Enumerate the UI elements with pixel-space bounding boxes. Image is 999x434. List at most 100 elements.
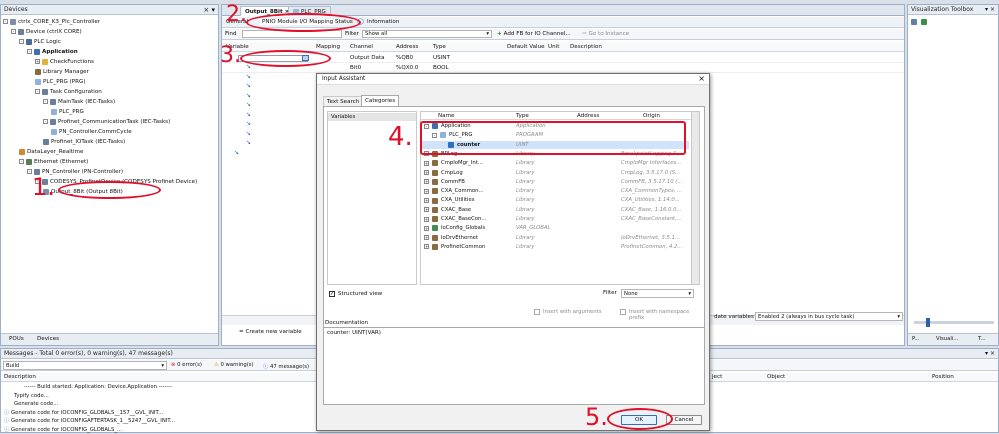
collapse-icon[interactable]: - (35, 89, 40, 94)
toolbox-pin-icon[interactable]: ▾ × (985, 6, 995, 13)
variable-icon: ↘ (246, 139, 252, 146)
collapse-icon[interactable]: - (43, 99, 48, 104)
filter-value: Show all (365, 31, 388, 37)
tree-item[interactable]: - Ethernet (Ethernet) (19, 158, 88, 166)
collapse-icon[interactable]: - (11, 29, 16, 34)
zoom-slider[interactable] (914, 318, 994, 327)
messages-close-icon[interactable]: ▾ × (985, 350, 995, 357)
category-variables[interactable]: Variables (328, 113, 416, 121)
insert-with-arguments-checkbox[interactable] (534, 309, 540, 315)
build-filter-select[interactable]: Build ▾ (3, 361, 167, 370)
tree-item[interactable]: - Application (27, 48, 78, 56)
assistant-item[interactable]: + CXAC_BaseCon... Library CXAC_BaseConstant… (421, 215, 689, 223)
update-variables-select[interactable]: Enabled 2 (always in bus cycle task) ▾ (755, 312, 903, 321)
tree-item[interactable]: PN_Controller.CommCycle (51, 128, 132, 136)
tree-item[interactable]: - ctrlx_CORE_K3_Plc_Controller (3, 18, 100, 26)
item-type: Library (516, 178, 535, 185)
expand-icon[interactable]: + (424, 235, 429, 241)
expand-icon[interactable]: + (424, 207, 429, 213)
expand-icon[interactable]: + (424, 225, 429, 231)
tab-information[interactable]: Information (367, 19, 399, 25)
message-row[interactable]: ------ Build started: Application: Devic… (4, 383, 172, 391)
item-type: Library (516, 234, 535, 241)
message-row[interactable]: Typify code... (4, 392, 49, 400)
message-row[interactable]: ⓘ Generate code for IOCONFIG_GLOBALS__15… (4, 409, 163, 417)
assistant-item[interactable]: + CXA_Common... Library CXA_CommonTypes, ..… (421, 187, 689, 195)
assistant-item[interactable]: + CommFB Library CommFB, 3.5.17.10 (... (421, 178, 689, 186)
tree-item[interactable]: Profinet_IOTask (IEC-Tasks) (43, 138, 125, 146)
message-row[interactable]: ⓘ Generate code for IOCONFIGAFTERTASK_1_… (4, 417, 175, 425)
expand-icon[interactable]: + (424, 216, 429, 222)
add-fb-label: Add FB for IO Channel... (503, 31, 571, 37)
collapse-icon[interactable]: - (19, 39, 24, 44)
expand-icon[interactable]: + (35, 59, 40, 64)
assistant-item[interactable]: + IoDrvEthernet Library IoDrvEthernet, 3.5.… (421, 234, 689, 242)
col-address: Address (577, 113, 600, 119)
tree-item[interactable]: DataLayer_Realtime (19, 148, 83, 156)
tree-item[interactable]: Library Manager (35, 68, 89, 76)
tree-item[interactable]: - Profinet_CommunicationTask (IEC-Tasks) (43, 118, 170, 126)
devices-bottom-tabs: POUs Devices (1, 333, 218, 345)
assistant-item[interactable]: + CmpIoMgr_Int... Library CmpIoMgr Interfac… (421, 159, 689, 167)
project-icon (10, 18, 16, 25)
assistant-item[interactable]: + ProfinetCommon Library ProfinetCommon, 4.… (421, 243, 689, 251)
tab-toolbox[interactable]: T... (978, 336, 986, 342)
tree-item[interactable]: - PLC Logic (19, 38, 61, 46)
expand-icon[interactable]: + (424, 160, 429, 166)
variable-icon: ↘ (246, 110, 252, 118)
assistant-item[interactable]: + CXAC_Base Library CXAC_Base, 1.16.0.0... (421, 206, 689, 214)
messages-filter-button[interactable]: ⓘ 47 message(s) (263, 362, 309, 370)
tree-item[interactable]: - MainTask (IEC-Tasks) (43, 98, 115, 106)
go-to-instance-button[interactable]: ⇨ Go to Instance (582, 31, 629, 37)
item-name: IoConfig_Globals (441, 225, 486, 232)
col-default-value: Default Value (507, 44, 545, 50)
channel-cell: Bit0 (350, 65, 362, 71)
tree-item[interactable]: PLC_PRG (PRG) (35, 78, 86, 86)
tree-item[interactable]: - Device (ctrlX CORE) (11, 28, 82, 36)
filter-select[interactable]: Show all ▾ (362, 30, 492, 38)
message-row[interactable]: Generate code... (4, 400, 58, 408)
image-icon[interactable] (920, 18, 927, 25)
step-5-highlight (607, 408, 673, 430)
slider-thumb[interactable] (926, 318, 930, 327)
assistant-item[interactable]: + IoConfig_Globals VAR_GLOBAL (421, 224, 689, 232)
collapse-icon[interactable]: - (3, 19, 8, 24)
expand-icon[interactable]: + (424, 188, 429, 194)
item-type: Library (516, 160, 535, 167)
assistant-item[interactable]: + CmpLog Library CmpLog, 3.5.17.0 (S... (421, 169, 689, 177)
assistant-item[interactable]: + CXA_Utilities Library CXA_Utilities, 1.14… (421, 196, 689, 204)
col-address: Address (396, 44, 419, 50)
expand-icon[interactable]: + (424, 244, 429, 250)
col-type: Type (433, 44, 446, 50)
tab-pous[interactable]: POUs (9, 336, 24, 342)
structured-view-checkbox[interactable]: ✓ (329, 291, 335, 297)
tab-categories[interactable]: Categories (361, 95, 400, 106)
tree-item[interactable]: - Task Configuration (35, 88, 102, 96)
tab-properties[interactable]: P... (912, 336, 919, 342)
warnings-filter-button[interactable]: ⚠ 0 warning(s) (214, 362, 254, 368)
tree-item-label: Application (42, 49, 78, 55)
table-row[interactable]: Bit0 %QX0.0 BOOL (222, 64, 904, 73)
grid-icon[interactable] (911, 18, 917, 25)
expand-icon[interactable]: + (424, 179, 429, 185)
tree-item[interactable]: PLC_PRG (51, 108, 84, 116)
close-icon[interactable]: × (698, 74, 705, 83)
collapse-icon[interactable]: - (19, 159, 24, 164)
panel-close-icon[interactable]: × ▾ (203, 6, 215, 14)
tree-item[interactable]: + CheckFunctions (35, 58, 94, 66)
errors-filter-button[interactable]: ⊗ 0 error(s) (171, 362, 202, 368)
chevron-down-icon: ▾ (161, 363, 164, 369)
task-icon (43, 138, 49, 145)
items-scrollbar[interactable] (691, 112, 699, 284)
tab-devices[interactable]: Devices (37, 336, 59, 342)
tab-visualization[interactable]: Visuali... (936, 336, 958, 342)
expand-icon[interactable]: + (424, 197, 429, 203)
filter-select[interactable]: None ▾ (621, 289, 694, 298)
collapse-icon[interactable]: - (43, 119, 48, 124)
expand-icon[interactable]: + (424, 170, 429, 175)
create-new-variable-button[interactable]: = Create new variable (239, 329, 302, 335)
collapse-icon[interactable]: - (27, 49, 32, 54)
insert-with-namespace-checkbox[interactable] (620, 309, 626, 315)
tab-text-search[interactable]: Text Search (323, 96, 364, 106)
add-fb-button[interactable]: + Add FB for IO Channel... (497, 31, 571, 37)
